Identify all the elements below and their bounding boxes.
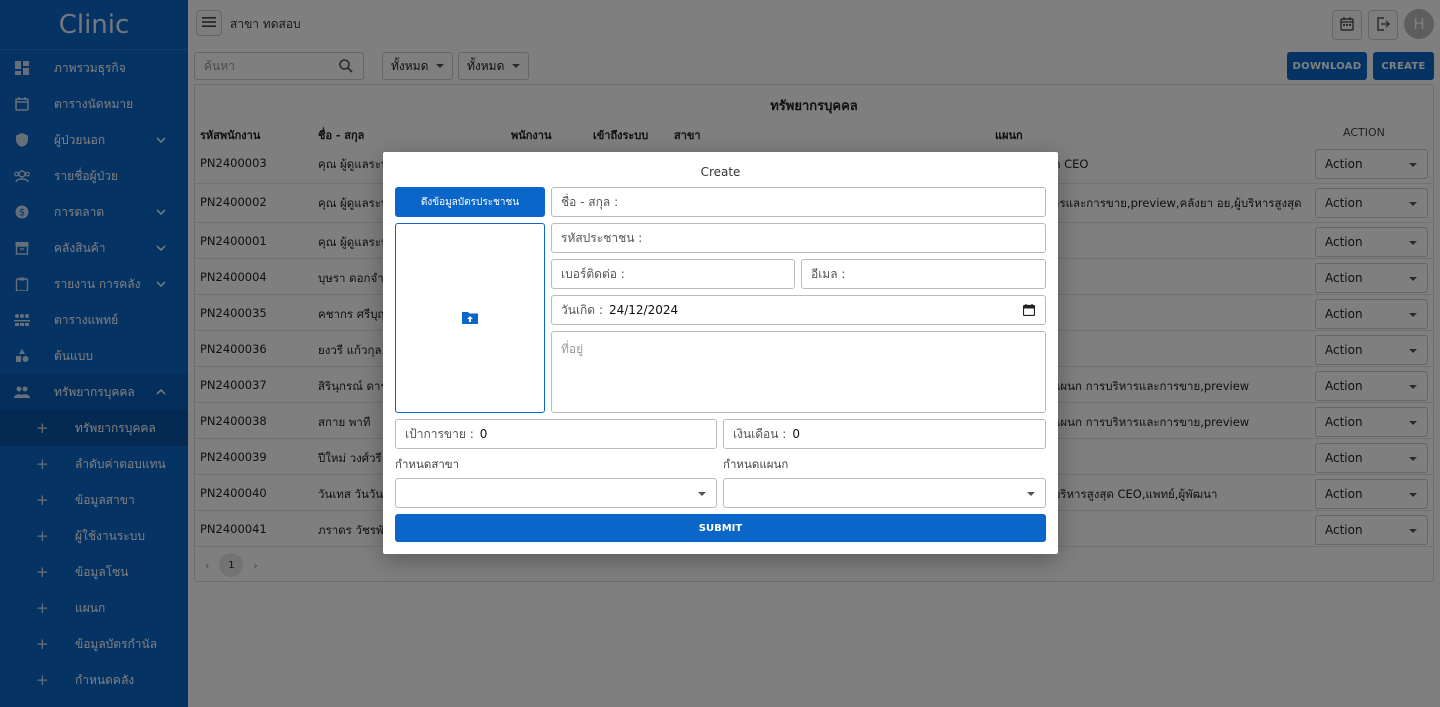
citizen-id-label: รหัสประชาชน : <box>561 230 643 245</box>
fullname-label: ชื่อ - สกุล : <box>561 194 619 209</box>
address-textarea[interactable]: ที่อยู่ <box>551 331 1046 413</box>
calendar-icon[interactable] <box>1022 304 1036 319</box>
birthdate-value: 24/12/2024 <box>608 303 679 317</box>
citizen-id-field[interactable]: รหัสประชาชน : <box>551 223 1046 253</box>
department-select[interactable] <box>723 478 1046 508</box>
salary-label: เงินเดือน : <box>733 426 787 441</box>
email-label: อีเมล : <box>811 266 846 281</box>
department-select-label: กำหนดแผนก <box>723 457 789 471</box>
fullname-field[interactable]: ชื่อ - สกุล : <box>551 187 1046 217</box>
email-field[interactable]: อีเมล : <box>801 259 1046 289</box>
phone-field[interactable]: เบอร์ติดต่อ : <box>551 259 795 289</box>
caret-down-icon <box>1027 492 1035 496</box>
salary-field[interactable]: เงินเดือน : 0 <box>723 419 1046 449</box>
branch-select-label: กำหนดสาขา <box>395 457 460 471</box>
sales-target-label: เป้าการขาย : <box>405 426 474 441</box>
sales-target-value: 0 <box>479 427 488 441</box>
photo-upload-area[interactable] <box>395 223 545 413</box>
birthdate-field[interactable]: วันเกิด : 24/12/2024 <box>551 295 1046 325</box>
modal-title: Create <box>700 165 741 179</box>
sales-target-field[interactable]: เป้าการขาย : 0 <box>395 419 717 449</box>
phone-label: เบอร์ติดต่อ : <box>561 266 625 281</box>
fetch-id-card-button[interactable]: ดึงข้อมูลบัตรประชาชน <box>395 187 545 217</box>
submit-button[interactable]: SUBMIT <box>395 514 1046 542</box>
folder-upload-icon <box>462 310 478 327</box>
caret-down-icon <box>698 492 706 496</box>
branch-select[interactable] <box>395 478 717 508</box>
salary-value: 0 <box>792 427 800 441</box>
create-modal: Create ดึงข้อมูลบัตรประชาชน ชื่อ - สกุล … <box>383 152 1058 554</box>
birthdate-label: วันเกิด : <box>561 302 603 317</box>
